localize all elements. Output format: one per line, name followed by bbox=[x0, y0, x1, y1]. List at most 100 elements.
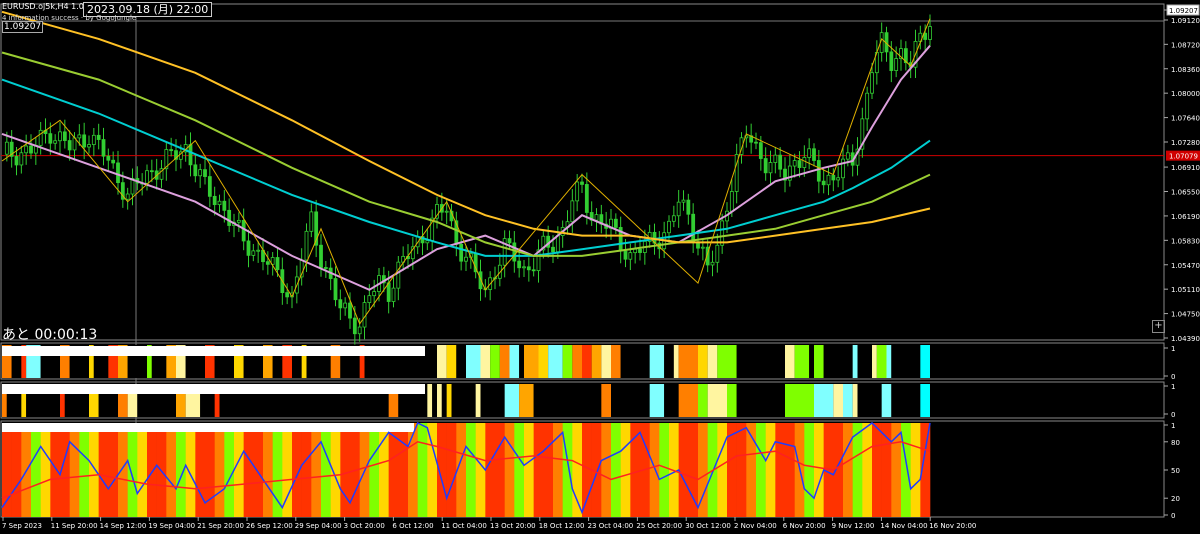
oscillator-band bbox=[775, 423, 786, 517]
candle-body bbox=[285, 292, 290, 298]
time-tick-label: 26 Sep 12:00 bbox=[246, 522, 293, 530]
candle-body bbox=[773, 154, 778, 163]
oscillator-band bbox=[485, 423, 496, 517]
indicator2-band bbox=[736, 384, 785, 417]
candle-body bbox=[633, 248, 638, 254]
oscillator-band bbox=[417, 423, 428, 517]
candle-body bbox=[710, 261, 715, 266]
price-tick-label: 1.06910 bbox=[1171, 164, 1200, 172]
price-tick-label: 1.09120 bbox=[1171, 17, 1200, 25]
indicator1-band bbox=[538, 345, 549, 378]
indicator1-band bbox=[611, 345, 621, 378]
price-tick-label: 1.06190 bbox=[1171, 213, 1200, 221]
candle-body bbox=[580, 181, 584, 185]
indicator2-band bbox=[480, 384, 505, 417]
candle-body bbox=[570, 200, 575, 223]
price-tick-label: 1.06550 bbox=[1171, 189, 1200, 197]
indicator2-band bbox=[678, 384, 698, 417]
time-tick-label: 23 Oct 04:00 bbox=[588, 522, 634, 530]
oscillator-band bbox=[524, 423, 534, 517]
indicator1-band bbox=[524, 345, 539, 378]
candle-body bbox=[638, 248, 642, 253]
candle-body bbox=[125, 193, 130, 200]
oscillator-band bbox=[127, 423, 138, 517]
oscillator-band bbox=[659, 423, 670, 517]
candle-body bbox=[889, 51, 894, 71]
indicator1-band bbox=[437, 345, 447, 378]
indicator1-band bbox=[620, 345, 650, 378]
indicator1-band bbox=[809, 345, 814, 378]
oscillator-band bbox=[408, 423, 418, 517]
indicator1-band bbox=[823, 345, 853, 378]
candle-body bbox=[106, 155, 111, 161]
indicator2-band bbox=[451, 384, 476, 417]
candle-body bbox=[169, 149, 174, 152]
indicator2-band bbox=[611, 384, 650, 417]
oscillator-band bbox=[253, 423, 264, 517]
indicator1-band bbox=[852, 345, 858, 378]
oscillator-band bbox=[833, 423, 844, 517]
candle-body bbox=[807, 148, 812, 158]
oscillator-band bbox=[31, 423, 41, 517]
oscillator-band bbox=[369, 423, 380, 517]
oscillator-band bbox=[533, 423, 544, 517]
indicator2-band bbox=[504, 384, 520, 417]
candle-body bbox=[193, 164, 198, 177]
candle-body bbox=[758, 142, 763, 159]
indicator1-band bbox=[490, 345, 500, 378]
price-tick-label: 1.05470 bbox=[1171, 262, 1200, 270]
candle-body bbox=[333, 278, 338, 301]
indicator2-band bbox=[881, 384, 892, 417]
time-tick-label: 7 Sep 2023 bbox=[2, 522, 42, 530]
indicator1-band bbox=[678, 345, 698, 378]
candle-body bbox=[58, 131, 62, 142]
time-tick-label: 3 Oct 20:00 bbox=[344, 522, 385, 530]
indicator1-band bbox=[601, 345, 611, 378]
candle-body bbox=[676, 201, 681, 217]
candle-body bbox=[507, 238, 512, 244]
oscillator-band bbox=[224, 423, 235, 517]
candle-body bbox=[62, 131, 67, 141]
candle-body bbox=[551, 246, 555, 253]
sub-tick-label: 1 bbox=[1171, 383, 1175, 391]
indicator1-band bbox=[920, 345, 930, 378]
oscillator-band bbox=[843, 423, 853, 517]
indicator2-band bbox=[427, 384, 433, 417]
candle-body bbox=[212, 195, 217, 206]
oscillator-band bbox=[611, 423, 621, 517]
oscillator-band bbox=[504, 423, 515, 517]
candle-body bbox=[865, 92, 870, 120]
indicator1-band bbox=[673, 345, 679, 378]
zoom-plus-icon[interactable]: + bbox=[1152, 320, 1165, 333]
candle-body bbox=[526, 266, 531, 271]
price-tick-label: 1.05110 bbox=[1171, 286, 1200, 294]
candle-body bbox=[754, 141, 758, 144]
oscillator-band bbox=[475, 423, 486, 517]
indicator2-white-overlay bbox=[2, 384, 425, 394]
oscillator-band bbox=[688, 423, 699, 517]
candle-body bbox=[207, 176, 212, 197]
candle-body bbox=[256, 249, 261, 252]
oscillator-band bbox=[601, 423, 612, 517]
candle-body bbox=[464, 256, 468, 262]
indicator1-band bbox=[572, 345, 582, 378]
oscillator-band bbox=[543, 423, 554, 517]
time-tick-label: 25 Oct 20:00 bbox=[636, 522, 682, 530]
indicator1-band bbox=[814, 345, 824, 378]
candle-body bbox=[594, 214, 599, 221]
candle-body bbox=[4, 141, 9, 155]
candle-body bbox=[101, 139, 106, 157]
candle-body bbox=[826, 174, 831, 186]
oscillator-band bbox=[340, 423, 351, 517]
oscillator-band bbox=[69, 423, 80, 517]
oscillator-band bbox=[301, 423, 312, 517]
oscillator-band bbox=[89, 423, 99, 517]
indicator2-band bbox=[707, 384, 727, 417]
oscillator-white-overlay bbox=[2, 423, 414, 432]
candle-body bbox=[246, 240, 251, 256]
time-tick-label: 11 Oct 04:00 bbox=[441, 522, 487, 530]
indicator1-band bbox=[509, 345, 520, 378]
candle-body bbox=[845, 152, 850, 160]
indicator2-band bbox=[785, 384, 814, 417]
trading-chart: 1.09207 1.09120 1.08720 1.08360 1.08000 1.076… bbox=[0, 0, 1200, 534]
